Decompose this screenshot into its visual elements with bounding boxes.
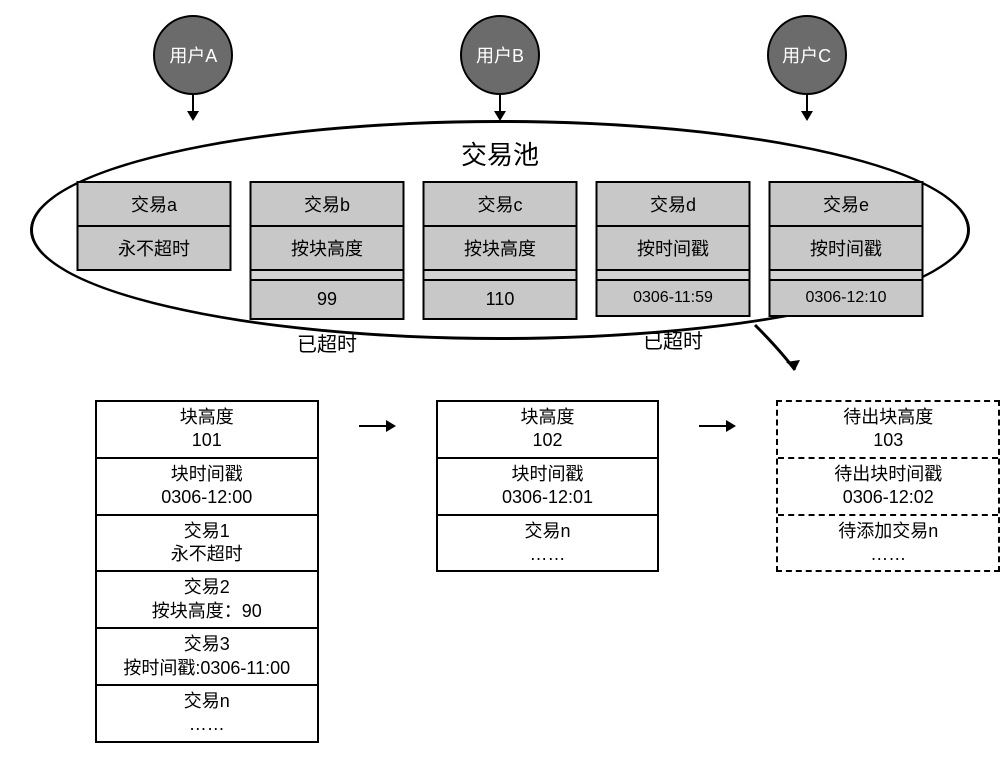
block-102: 块高度 102 块时间戳 0306-12:01 交易n …… xyxy=(436,400,660,572)
transaction-pool: 交易池 交易a 永不超时 交易b 按块高度 99 已超时 交易c 按块高度 xyxy=(30,120,970,340)
tx-a: 交易a 永不超时 xyxy=(77,181,232,271)
user-b: 用户B xyxy=(460,15,540,95)
tx-b-gap xyxy=(252,271,403,281)
tx-b-name: 交易b xyxy=(252,183,403,227)
tx-e-name: 交易e xyxy=(771,183,922,227)
users-row: 用户A 用户B 用户C xyxy=(0,0,1000,95)
user-a-label: 用户A xyxy=(169,42,217,68)
tx-c-name: 交易c xyxy=(425,183,576,227)
block-103-pending: 待出块高度 103 待出块时间戳 0306-12:02 待添加交易n …… xyxy=(776,400,1000,572)
b101-txn: 交易n …… xyxy=(97,686,317,741)
pool-to-block-arrow xyxy=(750,320,820,395)
user-c-label: 用户C xyxy=(782,42,831,68)
b103-height: 待出块高度 103 xyxy=(778,402,998,459)
b101-tx2: 交易2 按块高度：90 xyxy=(97,572,317,629)
arrow-user-c xyxy=(801,93,813,121)
tx-d: 交易d 按时间戳 0306-11:59 xyxy=(596,181,751,317)
b101-ts: 块时间戳 0306-12:00 xyxy=(97,459,317,516)
b103-txn: 待添加交易n …… xyxy=(778,516,998,571)
tx-d-status: 已超时 xyxy=(596,325,751,354)
b101-tx3: 交易3 按时间戳:0306-11:00 xyxy=(97,629,317,686)
tx-c: 交易c 按块高度 110 xyxy=(423,181,578,320)
tx-a-name: 交易a xyxy=(79,183,230,227)
user-c: 用户C xyxy=(767,15,847,95)
block-101: 块高度 101 块时间戳 0306-12:00 交易1 永不超时 交易2 按块高… xyxy=(95,400,319,743)
tx-d-name: 交易d xyxy=(598,183,749,227)
tx-c-gap xyxy=(425,271,576,281)
pool-ellipse: 交易池 交易a 永不超时 交易b 按块高度 99 已超时 交易c 按块高度 xyxy=(30,120,970,340)
b102-ts: 块时间戳 0306-12:01 xyxy=(438,459,658,516)
tx-c-mode: 按块高度 xyxy=(425,227,576,271)
tx-b-status: 已超时 xyxy=(250,328,405,357)
tx-c-value: 110 xyxy=(425,281,576,318)
blockchain-row: 块高度 101 块时间戳 0306-12:00 交易1 永不超时 交易2 按块高… xyxy=(95,400,1000,743)
tx-d-value: 0306-11:59 xyxy=(598,281,749,315)
tx-b-wrap: 交易b 按块高度 99 已超时 xyxy=(250,181,405,357)
tx-b-value: 99 xyxy=(252,281,403,318)
tx-e-gap xyxy=(771,271,922,281)
tx-d-mode: 按时间戳 xyxy=(598,227,749,271)
b102-height: 块高度 102 xyxy=(438,402,658,459)
pool-title: 交易池 xyxy=(461,135,539,172)
tx-e-mode: 按时间戳 xyxy=(771,227,922,271)
b103-ts: 待出块时间戳 0306-12:02 xyxy=(778,459,998,516)
tx-d-wrap: 交易d 按时间戳 0306-11:59 已超时 xyxy=(596,181,751,357)
b101-height: 块高度 101 xyxy=(97,402,317,459)
arrow-user-b xyxy=(494,93,506,121)
arrow-user-a xyxy=(187,93,199,121)
b102-txn: 交易n …… xyxy=(438,516,658,571)
tx-b: 交易b 按块高度 99 xyxy=(250,181,405,320)
user-b-label: 用户B xyxy=(476,42,524,68)
b101-tx1: 交易1 永不超时 xyxy=(97,516,317,573)
tx-b-mode: 按块高度 xyxy=(252,227,403,271)
tx-d-gap xyxy=(598,271,749,281)
user-a: 用户A xyxy=(153,15,233,95)
tx-e-value: 0306-12:10 xyxy=(771,281,922,315)
tx-e: 交易e 按时间戳 0306-12:10 xyxy=(769,181,924,317)
tx-a-mode: 永不超时 xyxy=(79,227,230,269)
